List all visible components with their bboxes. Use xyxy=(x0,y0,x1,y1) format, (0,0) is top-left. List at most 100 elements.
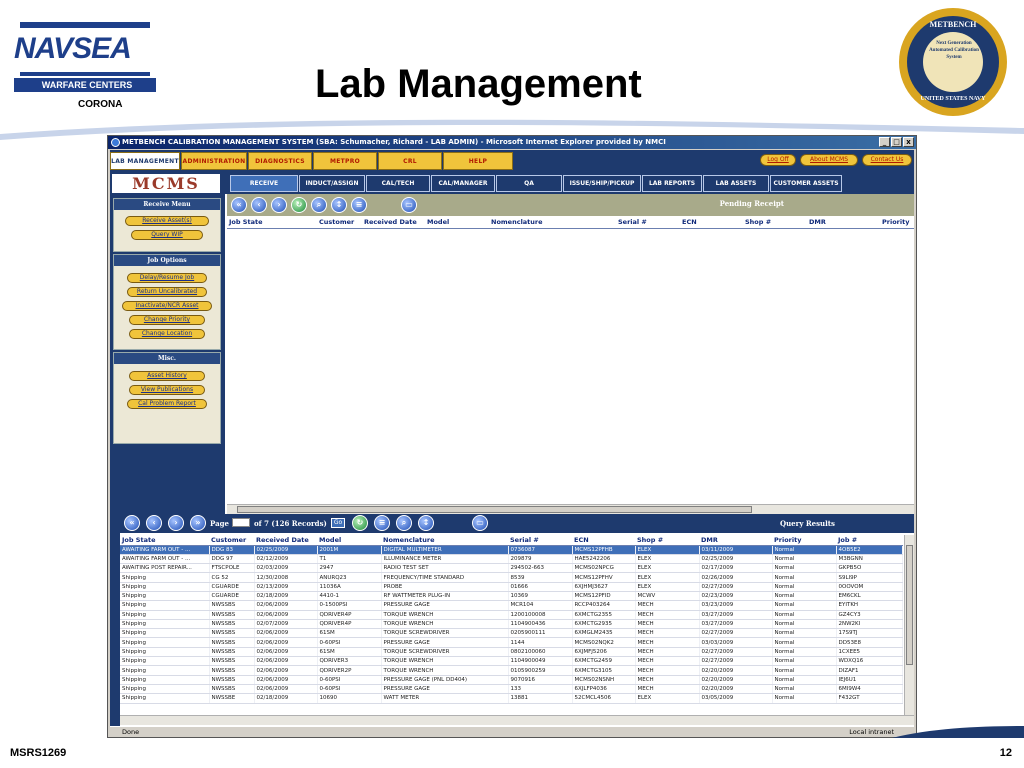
delay-resume-job-button[interactable]: Delay/Resume Job xyxy=(127,273,207,283)
table-row[interactable]: AWAITING POST REPAIR... FTSCPOLE 02/03/200… xyxy=(120,563,903,574)
subtab-qa[interactable]: QA xyxy=(496,175,562,192)
table-row[interactable]: Shipping NWSSBS 02/06/2009 0-60PSI PRESSURE … xyxy=(120,684,903,695)
sort-icon[interactable]: ↕ xyxy=(331,197,347,213)
query-col-header[interactable]: Job # xyxy=(836,535,902,546)
document-icon[interactable]: ≡ xyxy=(374,515,390,531)
query-col-header[interactable]: Customer xyxy=(209,535,254,546)
table-row[interactable]: Shipping CG 52 12/30/2008 ANURQ23 FREQUENCY/… xyxy=(120,572,903,583)
print-icon[interactable]: ▭ xyxy=(472,515,488,531)
query-col-header[interactable]: Job State xyxy=(120,535,209,546)
table-cell: DDG 83 xyxy=(209,545,255,555)
prev-page-icon[interactable]: ‹ xyxy=(251,197,267,213)
close-button[interactable]: x xyxy=(903,137,914,147)
subtab-cal-manager[interactable]: CAL/MANAGER xyxy=(431,175,495,192)
query-col-header[interactable]: Received Date xyxy=(254,535,317,546)
next-page-icon[interactable]: › xyxy=(168,515,184,531)
binoculars-icon[interactable]: ⌕ xyxy=(396,515,412,531)
table-row[interactable]: AWAITING FARM OUT - ... DDG 97 02/12/2009 T… xyxy=(120,554,903,565)
col-shop[interactable]: Shop # xyxy=(745,218,771,228)
query-col-header[interactable]: ECN xyxy=(572,535,635,546)
tab-crl[interactable]: CRL xyxy=(378,152,442,170)
table-cell: ELEX xyxy=(635,545,700,555)
table-row[interactable]: Shipping CGUARDE 02/18/2009 4410-1 RF WATTME… xyxy=(120,591,903,602)
query-vertical-scrollbar[interactable] xyxy=(904,535,914,715)
col-priority[interactable]: Priority xyxy=(882,218,909,228)
query-col-header[interactable]: Priority xyxy=(772,535,836,546)
subtab-induct-assign[interactable]: INDUCT/ASSIGN xyxy=(299,175,365,192)
query-col-header[interactable]: Shop # xyxy=(635,535,699,546)
table-row[interactable]: Shipping NWSSBE 02/18/2009 10690 WATT METER 1… xyxy=(120,693,903,704)
table-row[interactable]: Shipping NWSSBS 02/06/2009 QDRIVER3 TORQUE W… xyxy=(120,656,903,667)
inactivate-ncr-asset-button[interactable]: Inactivate/NCR Asset xyxy=(122,301,212,311)
col-ecn[interactable]: ECN xyxy=(682,218,697,228)
col-nomenclature[interactable]: Nomenclature xyxy=(491,218,543,228)
query-col-header[interactable]: Model xyxy=(317,535,381,546)
log-off-button[interactable]: Log Off xyxy=(760,154,796,166)
refresh-icon[interactable]: ↻ xyxy=(352,515,368,531)
query-col-header[interactable]: DMR xyxy=(699,535,772,546)
cal-problem-report-button[interactable]: Cal Problem Report xyxy=(127,399,207,409)
pending-horizontal-scrollbar[interactable] xyxy=(227,504,914,514)
col-dmr[interactable]: DMR xyxy=(809,218,826,228)
footer-id: MSRS1269 xyxy=(10,747,67,759)
receive-assets-button[interactable]: Receive Asset(s) xyxy=(125,216,209,226)
query-col-header[interactable]: Nomenclature xyxy=(381,535,508,546)
table-row[interactable]: Shipping NWSSBS 02/06/2009 61SM TORQUE SCREW… xyxy=(120,628,903,639)
col-model[interactable]: Model xyxy=(427,218,449,228)
subtab-lab-assets[interactable]: LAB ASSETS xyxy=(703,175,769,192)
return-uncalibrated-button[interactable]: Return Uncalibrated xyxy=(127,287,207,297)
table-row[interactable]: Shipping NWSSBS 02/06/2009 QDRIVER4P TORQUE … xyxy=(120,610,903,620)
first-page-icon[interactable]: « xyxy=(231,197,247,213)
table-row[interactable]: Shipping NWSSBS 02/06/2009 QDRIVER2P TORQUE … xyxy=(120,665,903,676)
minimize-button[interactable]: _ xyxy=(879,137,890,147)
tab-lab-management[interactable]: LAB MANAGEMENT xyxy=(110,152,180,170)
query-horizontal-scrollbar[interactable] xyxy=(120,715,914,725)
subtab-lab-reports[interactable]: LAB REPORTS xyxy=(642,175,702,192)
tab-administration[interactable]: ADMINISTRATION xyxy=(181,152,247,170)
about-mcms-button[interactable]: About MCMS xyxy=(800,154,858,166)
scroll-thumb[interactable] xyxy=(906,545,913,665)
scroll-thumb[interactable] xyxy=(237,506,752,513)
change-location-button[interactable]: Change Location xyxy=(129,329,205,339)
contact-us-button[interactable]: Contact Us xyxy=(862,154,912,166)
table-row[interactable]: AWAITING FARM OUT - ... DDG 83 02/25/2009 2… xyxy=(120,545,903,555)
refresh-icon[interactable]: ↻ xyxy=(291,197,307,213)
subtab-cal-tech[interactable]: CAL/TECH xyxy=(366,175,430,192)
table-row[interactable]: Shipping NWSSBS 02/07/2009 QDRIVER4P TORQUE … xyxy=(120,619,903,630)
document-icon[interactable]: ≡ xyxy=(351,197,367,213)
page-number-input[interactable] xyxy=(232,518,250,527)
first-page-icon[interactable]: « xyxy=(124,515,140,531)
table-row[interactable]: Shipping CGUARDE 02/13/2009 11036A PROBE 0166… xyxy=(120,582,903,593)
subtab-issue-ship-pickup[interactable]: ISSUE/SHIP/PICKUP xyxy=(563,175,641,192)
table-row[interactable]: Shipping NWSSBS 02/06/2009 61SM TORQUE SCREW… xyxy=(120,647,903,658)
query-wip-button[interactable]: Query WIP xyxy=(131,230,203,240)
prev-page-icon[interactable]: ‹ xyxy=(146,515,162,531)
go-button[interactable]: Go xyxy=(331,518,345,528)
tab-diagnostics[interactable]: DIAGNOSTICS xyxy=(248,152,312,170)
view-publications-button[interactable]: View Publications xyxy=(129,385,205,395)
table-row[interactable]: Shipping NWSSBS 02/06/2009 0-1500PSI PRESSUR… xyxy=(120,600,903,611)
tab-help[interactable]: HELP xyxy=(443,152,513,170)
query-col-header[interactable]: Serial # xyxy=(508,535,572,546)
table-cell: 02/06/2009 xyxy=(254,656,318,667)
col-serial[interactable]: Serial # xyxy=(618,218,647,228)
table-cell: 02/06/2009 xyxy=(254,628,318,639)
col-received-date[interactable]: Received Date xyxy=(364,218,417,228)
col-job-state[interactable]: Job State xyxy=(229,218,263,228)
print-icon[interactable]: ▭ xyxy=(401,197,417,213)
subtab-receive[interactable]: RECEIVE xyxy=(230,175,298,192)
asset-history-button[interactable]: Asset History xyxy=(129,371,205,381)
sort-icon[interactable]: ↕ xyxy=(418,515,434,531)
subtab-customer-assets[interactable]: CUSTOMER ASSETS xyxy=(770,175,842,192)
window-titlebar[interactable]: METBENCH CALIBRATION MANAGEMENT SYSTEM (… xyxy=(108,136,916,149)
table-row[interactable]: Shipping NWSSBS 02/06/2009 0-60PSI PRESSURE … xyxy=(120,675,903,685)
change-priority-button[interactable]: Change Priority xyxy=(129,315,205,325)
table-cell: 02/20/2009 xyxy=(699,675,773,685)
col-customer[interactable]: Customer xyxy=(319,218,354,228)
tab-metpro[interactable]: METPRO xyxy=(313,152,377,170)
maximize-button[interactable]: □ xyxy=(891,137,902,147)
next-page-icon[interactable]: › xyxy=(271,197,287,213)
table-row[interactable]: Shipping NWSSBS 02/06/2009 0-60PSI PRESSURE … xyxy=(120,637,903,648)
last-page-icon[interactable]: » xyxy=(190,515,206,531)
binoculars-icon[interactable]: ⌕ xyxy=(311,197,327,213)
